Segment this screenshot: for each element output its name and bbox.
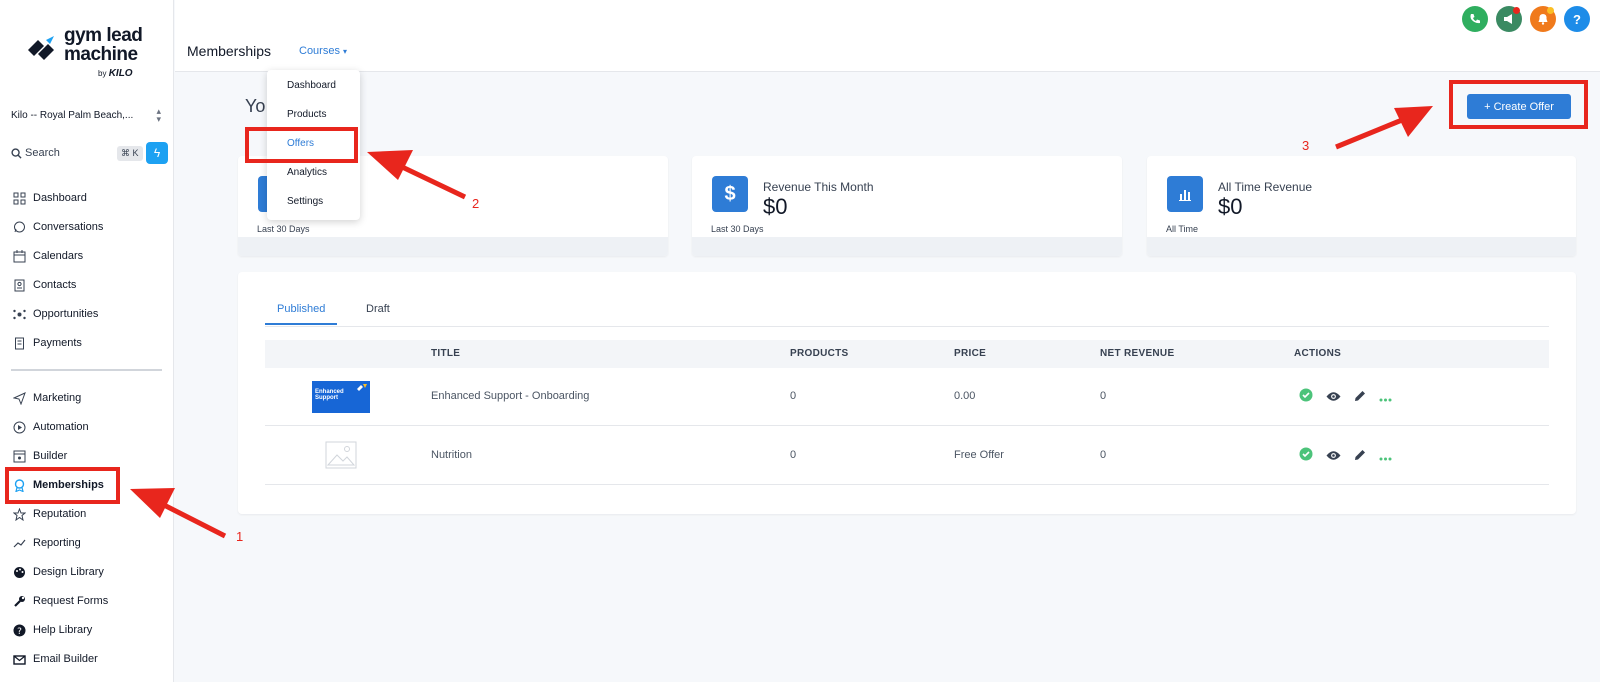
annotation-arrows — [130, 106, 1433, 539]
annotation-box-create-offer — [1449, 80, 1588, 129]
annotation-label-1: 1 — [236, 529, 244, 544]
annotation-label-3: 3 — [1302, 138, 1310, 153]
annotation-box-offers — [245, 127, 358, 163]
annotation-label-2: 2 — [472, 196, 480, 211]
annotation-box-memberships — [5, 467, 120, 504]
